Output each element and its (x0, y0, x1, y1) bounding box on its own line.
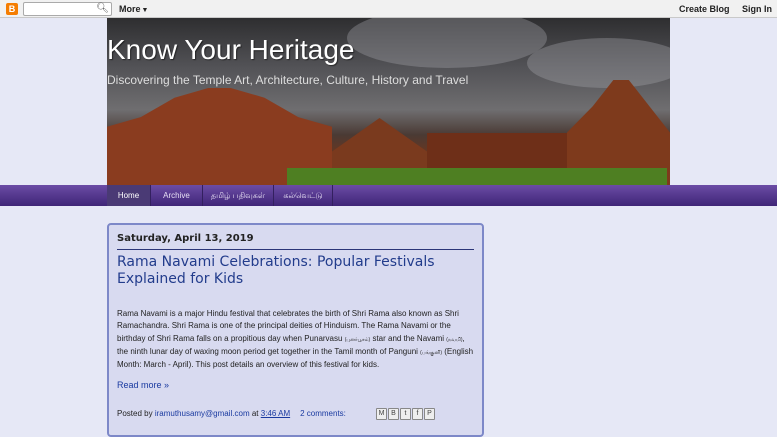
nav-right-links: Create Blog Sign In (669, 3, 772, 15)
at-label: at (249, 409, 261, 418)
lawn (287, 168, 667, 185)
tamil-term: (நவமி) (446, 336, 463, 343)
blog-header: Know Your Heritage Discovering the Templ… (107, 18, 670, 185)
facebook-icon[interactable]: f (412, 408, 423, 420)
sign-in-link[interactable]: Sign In (742, 4, 772, 14)
caret-down-icon: ▼ (141, 7, 149, 14)
blog-post: Saturday, April 13, 2019 Rama Navami Cel… (107, 223, 484, 437)
more-label: More (119, 4, 141, 14)
blog-description: Discovering the Temple Art, Architecture… (107, 73, 469, 87)
email-icon[interactable]: M (376, 408, 387, 420)
tab-inscriptions[interactable]: கல்வெட்டு (274, 185, 333, 206)
post-title[interactable]: Rama Navami Celebrations: Popular Festiv… (117, 254, 447, 288)
tab-tamil-posts[interactable]: தமிழ் பதிவுகள் (203, 185, 274, 206)
post-date: Saturday, April 13, 2019 (117, 231, 474, 250)
tab-archive[interactable]: Archive (151, 185, 203, 206)
blogger-logo-icon[interactable]: B (6, 3, 18, 15)
create-blog-link[interactable]: Create Blog (679, 4, 730, 14)
pinterest-icon[interactable]: P (424, 408, 435, 420)
blogger-navbar: B 🔍︎ More▼ Create Blog Sign In (0, 0, 777, 18)
twitter-icon[interactable]: t (400, 408, 411, 420)
share-buttons: MBtfP (376, 408, 436, 420)
post-time-link[interactable]: 3:46 AM (261, 409, 290, 418)
blog-title[interactable]: Know Your Heritage (107, 32, 355, 68)
tamil-term: (பங்குனி) (420, 349, 442, 356)
header-cloud (347, 18, 547, 68)
search-input[interactable]: 🔍︎ (23, 2, 112, 16)
post-snippet: Rama Navami is a major Hindu festival th… (117, 308, 475, 371)
posted-by-label: Posted by (117, 409, 155, 418)
header-cloud (527, 38, 670, 88)
read-more-link[interactable]: Read more » (117, 379, 169, 391)
search-icon[interactable]: 🔍︎ (96, 3, 109, 15)
blogthis-icon[interactable]: B (388, 408, 399, 420)
tamil-term: (புனர்பூசம்) (344, 336, 371, 343)
comments-link[interactable]: 2 comments: (300, 409, 346, 418)
page-tabs: Home Archive தமிழ் பதிவுகள் கல்வெட்டு (0, 185, 777, 206)
more-menu[interactable]: More▼ (119, 3, 148, 17)
tab-home[interactable]: Home (107, 185, 151, 206)
post-text: star and the Navami (370, 333, 447, 343)
author-link[interactable]: iramuthusamy@gmail.com (155, 409, 250, 418)
